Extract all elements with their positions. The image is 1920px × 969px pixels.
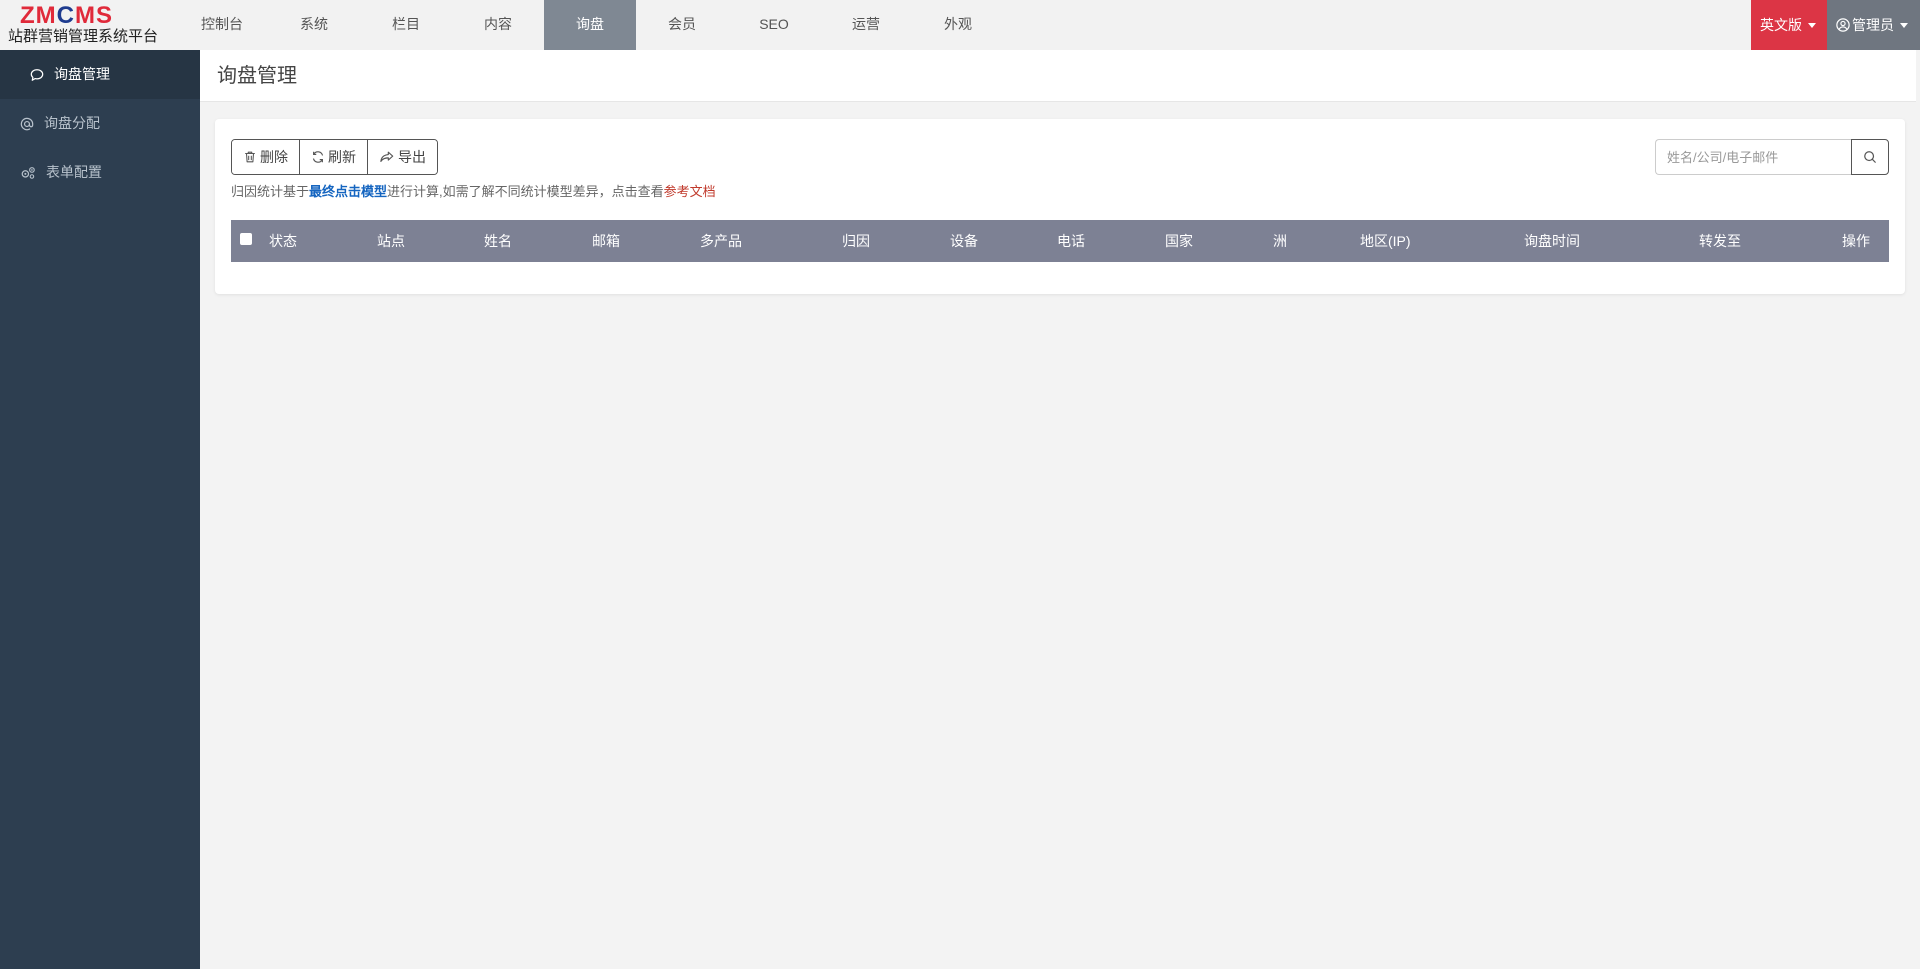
logo-letter: M: [75, 2, 97, 29]
column-header-status[interactable]: 状态: [269, 220, 297, 262]
user-menu-dropdown[interactable]: 管理员: [1827, 0, 1920, 50]
column-header-site[interactable]: 站点: [377, 220, 405, 262]
share-arrow-icon: [380, 151, 394, 162]
column-header-multi-product[interactable]: 多产品: [700, 220, 742, 262]
search-input[interactable]: [1655, 139, 1851, 175]
logo-letter: Z: [20, 2, 36, 29]
column-header-region-ip[interactable]: 地区(IP): [1360, 220, 1411, 262]
column-header-country[interactable]: 国家: [1165, 220, 1193, 262]
column-header-attribution[interactable]: 归因: [842, 220, 870, 262]
gears-icon: [21, 166, 35, 179]
page-header: 询盘管理: [200, 50, 1916, 102]
sidebar-item-inquiry-assignment[interactable]: 询盘分配: [0, 99, 200, 148]
refresh-button[interactable]: 刷新: [300, 140, 368, 174]
logo-wordmark: ZMCMS: [20, 2, 113, 30]
sidebar-item-label: 询盘管理: [54, 66, 110, 82]
column-header-continent[interactable]: 洲: [1273, 220, 1287, 262]
at-sign-icon: [20, 117, 34, 130]
chat-bubble-icon: [30, 68, 44, 81]
delete-label: 删除: [260, 149, 288, 165]
topnav-inquiry[interactable]: 询盘: [544, 0, 636, 50]
search-icon: [1864, 151, 1876, 163]
caret-down-icon: [1900, 22, 1908, 28]
topnav-members[interactable]: 会员: [636, 0, 728, 50]
sidebar-item-form-config[interactable]: 表单配置: [0, 148, 200, 197]
note-prefix: 归因统计基于: [231, 184, 310, 199]
note-middle: 进行计算,如需了解不同统计模型差异，点击查看: [387, 184, 664, 199]
sidebar-item-label: 表单配置: [46, 164, 102, 180]
logo-letter: M: [35, 2, 57, 29]
delete-button[interactable]: 删除: [232, 140, 300, 174]
attribution-note: 归因统计基于最终点击模型进行计算,如需了解不同统计模型差异，点击查看参考文档: [231, 183, 716, 201]
topnav-operations[interactable]: 运营: [820, 0, 912, 50]
topnav-dashboard[interactable]: 控制台: [176, 0, 268, 50]
top-nav: 控制台 系统 栏目 内容 询盘 会员 SEO 运营 外观: [176, 0, 1004, 50]
logo[interactable]: ZMCMS 站群营销管理系统平台: [0, 0, 200, 50]
top-bar: ZMCMS 站群营销管理系统平台 控制台 系统 栏目 内容 询盘 会员 SEO …: [0, 0, 1920, 50]
search-box: [1655, 139, 1889, 175]
logo-subtitle: 站群营销管理系统平台: [8, 28, 159, 45]
sidebar-item-label: 询盘分配: [44, 115, 100, 131]
toolbar-button-group: 删除 刷新 导出: [231, 139, 438, 175]
topnav-columns[interactable]: 栏目: [360, 0, 452, 50]
attribution-model-link[interactable]: 最终点击模型: [309, 184, 387, 199]
caret-down-icon: [1808, 22, 1816, 28]
sidebar-item-inquiry-management[interactable]: 询盘管理: [0, 50, 200, 99]
language-label: 英文版: [1760, 17, 1802, 33]
export-label: 导出: [398, 149, 426, 165]
select-all-checkbox[interactable]: [240, 233, 252, 245]
topnav-appearance[interactable]: 外观: [912, 0, 1004, 50]
language-dropdown[interactable]: 英文版: [1751, 0, 1827, 50]
column-header-actions: 操作: [1842, 233, 1870, 249]
column-header-device[interactable]: 设备: [950, 220, 978, 262]
column-header-phone[interactable]: 电话: [1057, 220, 1085, 262]
user-circle-icon: [1836, 18, 1850, 32]
refresh-label: 刷新: [328, 149, 356, 165]
inquiry-list-card: 删除 刷新 导出 归因统计基于最终点击模型进行计算,如需了解不同统计模型差异，点…: [215, 119, 1905, 294]
table-header: 状态 站点 姓名 邮箱 多产品 归因 设备 电话 国家 洲 地区(IP) 询盘时…: [231, 220, 1889, 262]
export-button[interactable]: 导出: [368, 140, 437, 174]
column-header-forward-to[interactable]: 转发至: [1699, 220, 1741, 262]
topnav-content[interactable]: 内容: [452, 0, 544, 50]
topnav-system[interactable]: 系统: [268, 0, 360, 50]
logo-letter: S: [96, 2, 114, 29]
page-title: 询盘管理: [217, 65, 297, 87]
column-header-inquiry-time[interactable]: 询盘时间: [1524, 220, 1580, 262]
search-button[interactable]: [1851, 139, 1889, 175]
sidebar: 询盘管理 询盘分配 表单配置: [0, 50, 200, 969]
column-header-email[interactable]: 邮箱: [592, 220, 620, 262]
refresh-icon: [312, 151, 324, 163]
reference-doc-link[interactable]: 参考文档: [664, 184, 716, 199]
topnav-seo[interactable]: SEO: [728, 0, 820, 50]
trash-icon: [245, 151, 255, 163]
user-label: 管理员: [1852, 17, 1894, 33]
column-header-name[interactable]: 姓名: [484, 220, 512, 262]
logo-letter: C: [56, 2, 76, 29]
